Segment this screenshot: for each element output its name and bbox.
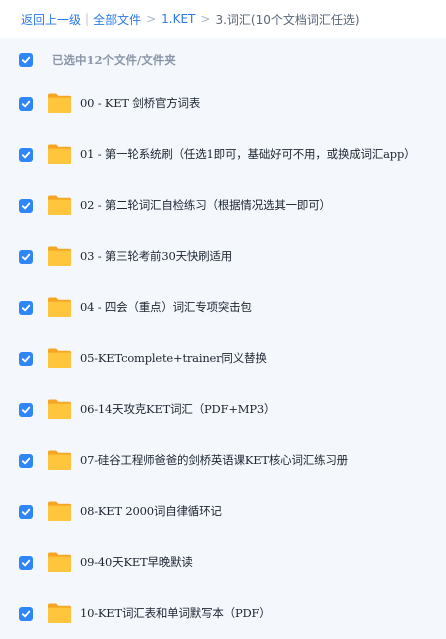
file-name: 06-14天攻克KET词汇（PDF+MP3）	[80, 402, 276, 416]
file-name: 02 - 第二轮词汇自检练习（根据情况选其一即可）	[80, 198, 331, 212]
file-name: 07-硅谷工程师爸爸的剑桥英语课KET核心词汇练习册	[80, 453, 348, 467]
file-name: 03 - 第三轮考前30天快刷适用	[80, 249, 233, 263]
file-row-5[interactable]: 05-KETcomplete+trainer同义替换	[0, 335, 446, 386]
checkmark-icon	[21, 406, 31, 414]
file-checkbox[interactable]	[19, 250, 33, 264]
folder-icon	[48, 246, 71, 266]
file-name: 05-KETcomplete+trainer同义替换	[80, 351, 267, 365]
selection-summary: 已选中12个文件/文件夹	[52, 53, 176, 67]
file-checkbox[interactable]	[19, 607, 33, 621]
file-row-0[interactable]: 00 - KET 剑桥官方词表	[0, 80, 446, 131]
file-name: 00 - KET 剑桥官方词表	[80, 96, 201, 110]
file-checkbox[interactable]	[19, 199, 33, 213]
checkmark-icon	[21, 151, 31, 159]
folder-icon	[48, 501, 71, 521]
select-all-checkbox[interactable]	[19, 53, 33, 67]
file-name: 09-40天KET早晚默读	[80, 555, 193, 569]
file-checkbox[interactable]	[19, 556, 33, 570]
file-checkbox[interactable]	[19, 454, 33, 468]
checkmark-icon	[21, 100, 31, 108]
checkmark-icon	[21, 610, 31, 618]
file-checkbox[interactable]	[19, 352, 33, 366]
checkmark-icon	[21, 355, 31, 363]
file-checkbox[interactable]	[19, 148, 33, 162]
folder-icon	[48, 450, 71, 470]
file-row-10[interactable]: 10-KET词汇表和单词默写本（PDF）	[0, 590, 446, 639]
breadcrumb-ket-link[interactable]: 1.KET	[161, 12, 195, 26]
back-link[interactable]: 返回上一级	[21, 11, 81, 28]
folder-icon	[48, 552, 71, 572]
chevron-right-icon: >	[146, 12, 157, 26]
file-name: 04 - 四会（重点）词汇专项突击包	[80, 300, 252, 314]
folder-icon	[48, 297, 71, 317]
checkmark-icon	[21, 508, 31, 516]
file-row-3[interactable]: 03 - 第三轮考前30天快刷适用	[0, 233, 446, 284]
folder-icon	[48, 195, 71, 215]
file-checkbox[interactable]	[19, 97, 33, 111]
checkmark-icon	[21, 304, 31, 312]
checkmark-icon	[21, 56, 31, 64]
file-row-8[interactable]: 08-KET 2000词自律循环记	[0, 488, 446, 539]
breadcrumb-divider: |	[85, 12, 90, 26]
folder-icon	[48, 603, 71, 623]
folder-icon	[48, 348, 71, 368]
file-name: 08-KET 2000词自律循环记	[80, 504, 222, 518]
file-row-2[interactable]: 02 - 第二轮词汇自检练习（根据情况选其一即可）	[0, 182, 446, 233]
breadcrumb: 返回上一级 | 全部文件 > 1.KET > 3.词汇(10个文档词汇任选)	[0, 0, 446, 38]
file-checkbox[interactable]	[19, 505, 33, 519]
chevron-right-icon: >	[200, 12, 211, 26]
file-row-6[interactable]: 06-14天攻克KET词汇（PDF+MP3）	[0, 386, 446, 437]
checkmark-icon	[21, 457, 31, 465]
file-row-7[interactable]: 07-硅谷工程师爸爸的剑桥英语课KET核心词汇练习册	[0, 437, 446, 488]
file-name: 01 - 第一轮系统刷（任选1即可，基础好可不用，或换成词汇app）	[80, 147, 416, 161]
file-browser: 返回上一级 | 全部文件 > 1.KET > 3.词汇(10个文档词汇任选) 已…	[0, 0, 446, 639]
all-files-link[interactable]: 全部文件	[93, 11, 141, 28]
checkmark-icon	[21, 202, 31, 210]
file-checkbox[interactable]	[19, 403, 33, 417]
folder-icon	[48, 144, 71, 164]
file-row-1[interactable]: 01 - 第一轮系统刷（任选1即可，基础好可不用，或换成词汇app）	[0, 131, 446, 182]
folder-icon	[48, 399, 71, 419]
file-row-9[interactable]: 09-40天KET早晚默读	[0, 539, 446, 590]
file-name: 10-KET词汇表和单词默写本（PDF）	[80, 606, 271, 620]
checkmark-icon	[21, 253, 31, 261]
file-checkbox[interactable]	[19, 301, 33, 315]
file-list: 00 - KET 剑桥官方词表 01 - 第一轮系统刷（任选1即可，基础好可不用…	[0, 80, 446, 639]
checkmark-icon	[21, 559, 31, 567]
folder-icon	[48, 93, 71, 113]
breadcrumb-current: 3.词汇(10个文档词汇任选)	[215, 12, 360, 27]
file-row-4[interactable]: 04 - 四会（重点）词汇专项突击包	[0, 284, 446, 335]
selection-bar: 已选中12个文件/文件夹	[0, 40, 446, 80]
